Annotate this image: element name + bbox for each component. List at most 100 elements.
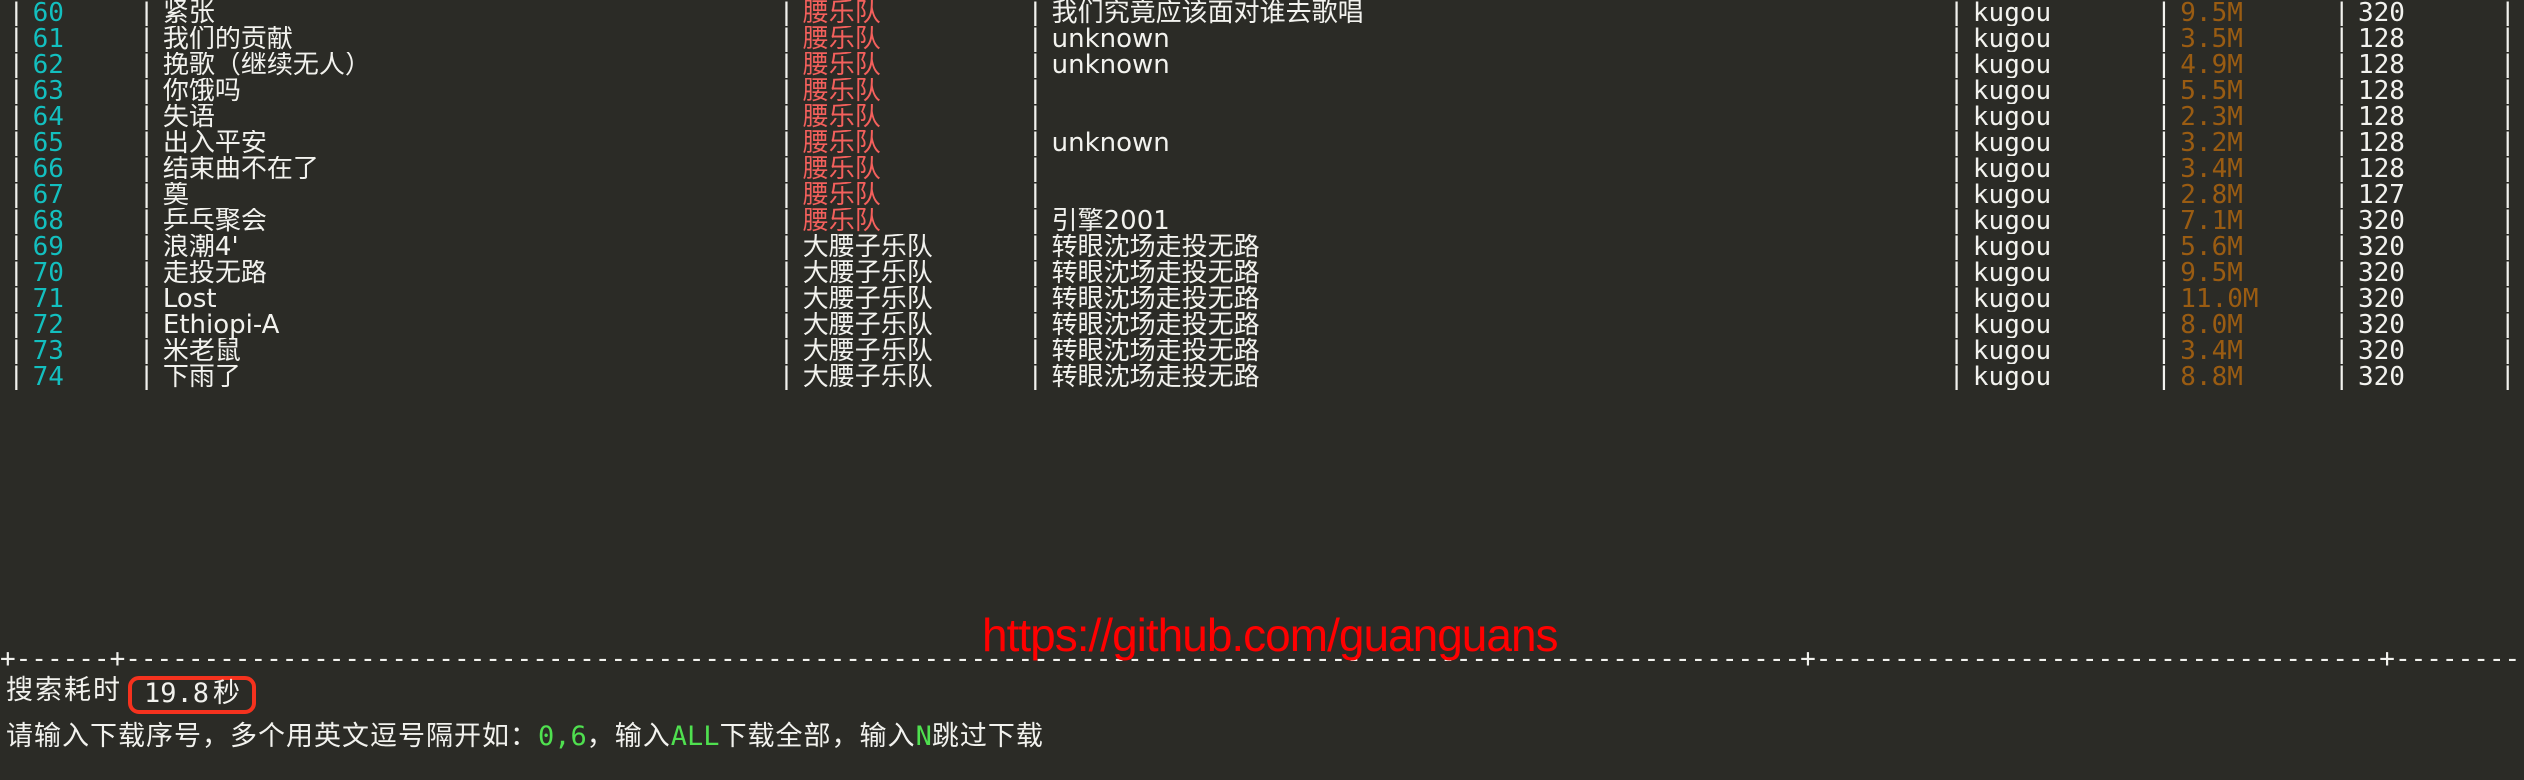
column-separator: |: [2499, 78, 2516, 104]
table-row[interactable]: | 71 | Lost | 大腰子乐队 | 转眼沈场走投无路 | kugou | 11.0M | 320 |: [0, 286, 2524, 312]
column-separator: |: [2333, 52, 2350, 78]
cell-song-title: Ethiopi-A: [162, 312, 280, 338]
cell-index: 66: [32, 156, 64, 182]
column-separator: |: [138, 234, 155, 260]
cell-source: kugou: [1972, 182, 2052, 208]
search-elapsed-status: 搜索耗时 19.8 秒: [6, 676, 257, 714]
column-separator: |: [2499, 286, 2516, 312]
cell-album: 转眼沈场走投无路: [1051, 286, 1260, 312]
cell-song-title: 米老鼠: [162, 338, 241, 364]
cell-artist: 腰乐队: [802, 0, 881, 26]
cell-source: kugou: [1972, 130, 2052, 156]
cell-source: kugou: [1972, 104, 2052, 130]
column-separator: |: [778, 338, 795, 364]
column-separator: |: [1027, 286, 1044, 312]
cell-index: 72: [32, 312, 64, 338]
terminal-window: | 60 | 紧张 | 腰乐队 | 我们究竟应该面对谁去歌唱 | kugou | 9.5M | 320 | |…: [0, 0, 2524, 780]
column-separator: |: [2333, 104, 2350, 130]
cell-song-title: 浪潮4': [162, 234, 239, 260]
column-separator: |: [2156, 312, 2172, 338]
column-separator: |: [1948, 234, 1965, 260]
prompt-keyword-all: ALL: [670, 721, 720, 752]
table-row[interactable]: | 66 | 结束曲不在了 | 腰乐队 | | kugou | 3.4M | 128 |: [0, 156, 2524, 182]
cell-artist: 大腰子乐队: [802, 338, 933, 364]
column-separator: |: [138, 52, 155, 78]
column-separator: |: [2156, 78, 2172, 104]
download-prompt-line: 请输入下载序号，多个用英文逗号隔开如：0,6，输入ALL下载全部，输入N跳过下载: [6, 722, 1044, 752]
column-separator: |: [138, 260, 155, 286]
column-separator: |: [1027, 78, 1044, 104]
column-separator: |: [1948, 312, 1965, 338]
cell-bitrate: 320: [2358, 338, 2405, 364]
table-row[interactable]: | 67 | 奠 | 腰乐队 | | kugou | 2.8M | 127 |: [0, 182, 2524, 208]
column-separator: |: [1948, 52, 1965, 78]
column-separator: |: [2499, 104, 2516, 130]
column-separator: |: [138, 182, 155, 208]
column-separator: |: [1948, 104, 1965, 130]
table-row[interactable]: | 64 | 失语 | 腰乐队 | | kugou | 2.3M | 128 |: [0, 104, 2524, 130]
column-separator: |: [2499, 338, 2516, 364]
cell-size: 7.1M: [2180, 208, 2243, 234]
cell-source: kugou: [1972, 286, 2052, 312]
column-separator: |: [2499, 156, 2516, 182]
column-separator: |: [1948, 130, 1965, 156]
column-separator: |: [2333, 0, 2350, 26]
column-separator: |: [2499, 364, 2516, 390]
cell-size: 2.3M: [2180, 104, 2243, 130]
cell-album: 转眼沈场走投无路: [1051, 234, 1260, 260]
column-separator: |: [2156, 104, 2172, 130]
table-row[interactable]: | 65 | 出入平安 | 腰乐队 | unknown | kugou | 3.2M | 128 |: [0, 130, 2524, 156]
table-row[interactable]: | 61 | 我们的贡献 | 腰乐队 | unknown | kugou | 3.5M | 128 |: [0, 26, 2524, 52]
cell-song-title: 奠: [162, 182, 189, 208]
cell-song-title: 失语: [162, 104, 215, 130]
column-separator: |: [138, 156, 155, 182]
column-separator: |: [2156, 26, 2172, 52]
table-bottom-border: +------+--------------------------------…: [0, 646, 2524, 672]
table-row[interactable]: | 69 | 浪潮4' | 大腰子乐队 | 转眼沈场走投无路 | kugou | 5.6M | 320 |: [0, 234, 2524, 260]
table-body: | 60 | 紧张 | 腰乐队 | 我们究竟应该面对谁去歌唱 | kugou | 9.5M | 320 | |…: [0, 0, 2524, 390]
column-separator: |: [1027, 364, 1044, 390]
cell-song-title: 你饿吗: [162, 78, 241, 104]
column-separator: |: [1027, 338, 1044, 364]
column-separator: |: [8, 0, 25, 26]
cell-song-title: 紧张: [162, 0, 215, 26]
table-row[interactable]: | 63 | 你饿吗 | 腰乐队 | | kugou | 5.5M | 128 |: [0, 78, 2524, 104]
cell-size: 5.5M: [2180, 78, 2243, 104]
column-separator: |: [1027, 208, 1044, 234]
column-separator: |: [1027, 130, 1044, 156]
column-separator: |: [8, 312, 25, 338]
cell-bitrate: 128: [2358, 52, 2405, 78]
table-row[interactable]: | 73 | 米老鼠 | 大腰子乐队 | 转眼沈场走投无路 | kugou | 3.4M | 320 |: [0, 338, 2524, 364]
column-separator: |: [1948, 364, 1965, 390]
table-row[interactable]: | 60 | 紧张 | 腰乐队 | 我们究竟应该面对谁去歌唱 | kugou | 9.5M | 320 |: [0, 0, 2524, 26]
cell-artist: 腰乐队: [802, 182, 881, 208]
table-row[interactable]: | 74 | 下雨了 | 大腰子乐队 | 转眼沈场走投无路 | kugou | 8.8M | 320 |: [0, 364, 2524, 390]
table-row[interactable]: | 72 | Ethiopi-A | 大腰子乐队 | 转眼沈场走投无路 | kugou | 8.0M |…: [0, 312, 2524, 338]
column-separator: |: [778, 156, 795, 182]
column-separator: |: [2156, 208, 2172, 234]
column-separator: |: [8, 104, 25, 130]
table-row[interactable]: | 62 | 挽歌（继续无人） | 腰乐队 | unknown | kugou | 4.9M | 128 |: [0, 52, 2524, 78]
cell-album: [1052, 156, 1941, 182]
column-separator: |: [138, 286, 155, 312]
table-row[interactable]: | 70 | 走投无路 | 大腰子乐队 | 转眼沈场走投无路 | kugou | 9.5M | 320 |: [0, 260, 2524, 286]
cell-source: kugou: [1972, 260, 2052, 286]
column-separator: |: [1948, 260, 1965, 286]
cell-index: 68: [32, 208, 64, 234]
column-separator: |: [2156, 182, 2172, 208]
column-separator: |: [2333, 156, 2350, 182]
column-separator: |: [2499, 260, 2516, 286]
column-separator: |: [2156, 286, 2172, 312]
column-separator: |: [2156, 338, 2172, 364]
column-separator: |: [8, 78, 25, 104]
column-separator: |: [2333, 338, 2350, 364]
cell-album: 转眼沈场走投无路: [1051, 312, 1260, 338]
search-elapsed-unit: 秒: [213, 678, 241, 709]
column-separator: |: [2499, 234, 2516, 260]
table-row[interactable]: | 68 | 乒乓聚会 | 腰乐队 | 引擎2001 | kugou | 7.1M | 320 |: [0, 208, 2524, 234]
cell-size: 8.0M: [2180, 312, 2243, 338]
cell-song-title: 结束曲不在了: [162, 156, 319, 182]
column-separator: |: [1027, 156, 1044, 182]
prompt-text-part3: 下载全部，输入: [719, 721, 916, 752]
cell-size: 8.8M: [2180, 364, 2243, 390]
